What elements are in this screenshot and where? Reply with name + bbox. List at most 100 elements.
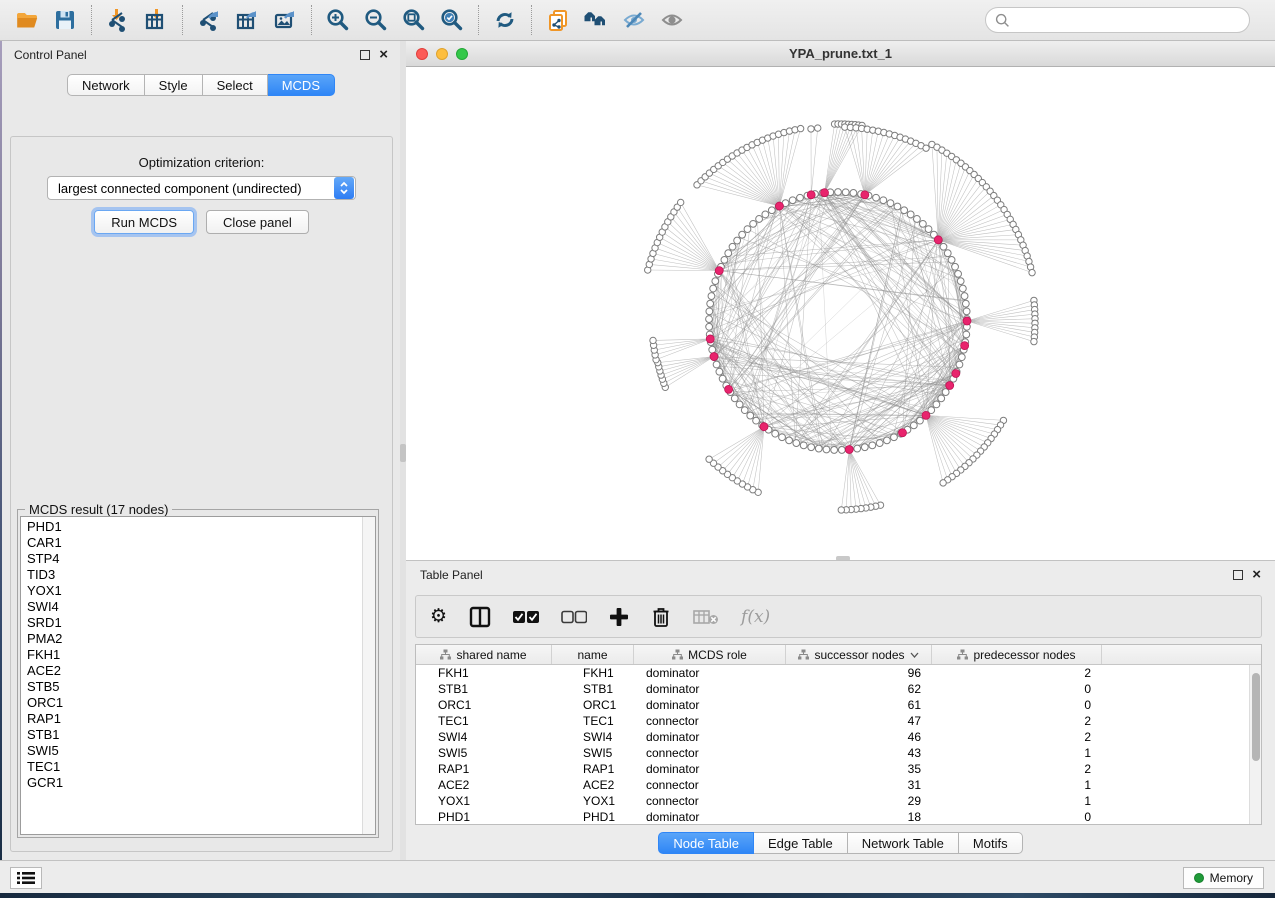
zoom-in-button[interactable] [319, 4, 357, 36]
hide-selected-button[interactable] [615, 4, 653, 36]
mcds-result-item[interactable]: TEC1 [21, 759, 375, 775]
copy-network-button[interactable] [539, 4, 577, 36]
mcds-result-item[interactable]: STP4 [21, 551, 375, 567]
export-image-icon [273, 8, 297, 32]
mcds-result-item[interactable]: RAP1 [21, 711, 375, 727]
mcds-result-list[interactable]: PHD1CAR1STP4TID3YOX1SWI4SRD1PMA2FKH1ACE2… [20, 516, 376, 835]
memory-status-icon [1194, 873, 1204, 883]
network-canvas[interactable] [406, 67, 1275, 560]
trash-icon [651, 606, 671, 628]
table-row[interactable]: PHD1PHD1dominator180 [416, 809, 1249, 824]
tab-select[interactable]: Select [203, 74, 268, 96]
mcds-result-item[interactable]: ACE2 [21, 663, 375, 679]
status-bar: Memory [0, 860, 1275, 893]
zoom-out-icon [364, 8, 388, 32]
mcds-result-item[interactable]: PMA2 [21, 631, 375, 647]
zoom-fit-button[interactable] [395, 4, 433, 36]
table-row[interactable]: YOX1YOX1connector291 [416, 793, 1249, 809]
search-input[interactable] [1010, 13, 1240, 28]
open-file-button[interactable] [8, 4, 46, 36]
zoom-selected-button[interactable] [433, 4, 471, 36]
mcds-result-item[interactable]: FKH1 [21, 647, 375, 663]
column-header-shared-name[interactable]: shared name [416, 645, 552, 664]
column-header-name[interactable]: name [552, 645, 634, 664]
refresh-layout-button[interactable] [486, 4, 524, 36]
column-header-MCDS-role[interactable]: MCDS role [634, 645, 786, 664]
table-options-button[interactable]: ⚙ [430, 607, 447, 627]
deselect-all-button[interactable] [561, 610, 587, 624]
close-panel-icon[interactable]: × [379, 50, 388, 60]
open-file-icon [15, 8, 39, 32]
mcds-list-scrollbar[interactable] [362, 517, 375, 834]
mcds-result-item[interactable]: STB5 [21, 679, 375, 695]
mcds-result-item[interactable]: GCR1 [21, 775, 375, 791]
optimization-criterion-select[interactable]: largest connected component (undirected) [47, 176, 356, 200]
network-view-window: YPA_prune.txt_1 [406, 41, 1275, 560]
zoom-out-button[interactable] [357, 4, 395, 36]
close-table-panel-icon[interactable]: × [1252, 570, 1261, 580]
mcds-result-item[interactable]: SWI5 [21, 743, 375, 759]
mcds-result-item[interactable]: SWI4 [21, 599, 375, 615]
gear-icon: ⚙ [430, 605, 447, 627]
table-row[interactable]: SWI5SWI5connector431 [416, 745, 1249, 761]
mcds-result-item[interactable]: STB1 [21, 727, 375, 743]
import-network-button[interactable] [99, 4, 137, 36]
search-icon [995, 13, 1010, 28]
float-table-panel-icon[interactable] [1233, 570, 1243, 580]
select-all-check-button[interactable] [513, 610, 539, 624]
table-row[interactable]: ORC1ORC1dominator610 [416, 697, 1249, 713]
table-row[interactable]: SWI4SWI4dominator462 [416, 729, 1249, 745]
show-all-icon [660, 8, 684, 32]
float-panel-icon[interactable] [360, 50, 370, 60]
tab-motifs[interactable]: Motifs [959, 832, 1023, 854]
column-header-predecessor-nodes[interactable]: predecessor nodes [932, 645, 1102, 664]
search-box[interactable] [985, 7, 1250, 33]
mcds-result-item[interactable]: CAR1 [21, 535, 375, 551]
tab-network[interactable]: Network [67, 74, 145, 96]
export-image-button[interactable] [266, 4, 304, 36]
table-header-row: shared namenameMCDS rolesuccessor nodesp… [416, 645, 1261, 665]
show-panels-button[interactable] [10, 867, 42, 889]
table-scrollbar[interactable] [1249, 665, 1261, 824]
table-toolbar: ⚙f(x) [415, 595, 1262, 638]
table-row[interactable]: STB1STB1dominator620 [416, 681, 1249, 697]
network-window-titlebar[interactable]: YPA_prune.txt_1 [406, 41, 1275, 67]
search-network-button[interactable] [577, 4, 615, 36]
save-session-button[interactable] [46, 4, 84, 36]
optimization-criterion-label: Optimization criterion: [11, 155, 392, 170]
export-table-button[interactable] [228, 4, 266, 36]
deselect-all-icon [561, 610, 587, 624]
mcds-result-item[interactable]: TID3 [21, 567, 375, 583]
mcds-result-item[interactable]: SRD1 [21, 615, 375, 631]
close-panel-button[interactable]: Close panel [206, 210, 309, 234]
add-column-button[interactable] [609, 607, 629, 627]
table-row[interactable]: FKH1FKH1dominator962 [416, 665, 1249, 681]
plus-icon [609, 607, 629, 627]
mcds-result-item[interactable]: YOX1 [21, 583, 375, 599]
mcds-result-item[interactable]: ORC1 [21, 695, 375, 711]
memory-button[interactable]: Memory [1183, 867, 1264, 889]
table-scrollbar-thumb[interactable] [1252, 673, 1260, 761]
table-row[interactable]: ACE2ACE2connector311 [416, 777, 1249, 793]
main-toolbar [0, 0, 1275, 41]
show-columns-button[interactable] [469, 606, 491, 628]
column-namespace-icon [672, 649, 683, 660]
run-mcds-button[interactable]: Run MCDS [94, 210, 194, 234]
tab-node-table[interactable]: Node Table [658, 832, 754, 854]
import-table-button[interactable] [137, 4, 175, 36]
tab-network-table[interactable]: Network Table [848, 832, 959, 854]
column-header-successor-nodes[interactable]: successor nodes [786, 645, 932, 664]
tab-style[interactable]: Style [145, 74, 203, 96]
tab-edge-table[interactable]: Edge Table [754, 832, 848, 854]
table-row[interactable]: RAP1RAP1dominator352 [416, 761, 1249, 777]
refresh-layout-icon [493, 8, 517, 32]
export-network-button[interactable] [190, 4, 228, 36]
toolbar-separator [478, 5, 479, 35]
memory-label: Memory [1210, 871, 1253, 885]
tab-mcds[interactable]: MCDS [268, 74, 335, 96]
delete-column-button[interactable] [651, 606, 671, 628]
mcds-result-item[interactable]: PHD1 [21, 519, 375, 535]
table-body: FKH1FKH1dominator962STB1STB1dominator620… [416, 665, 1249, 824]
table-row[interactable]: TEC1TEC1connector472 [416, 713, 1249, 729]
show-all-button[interactable] [653, 4, 691, 36]
